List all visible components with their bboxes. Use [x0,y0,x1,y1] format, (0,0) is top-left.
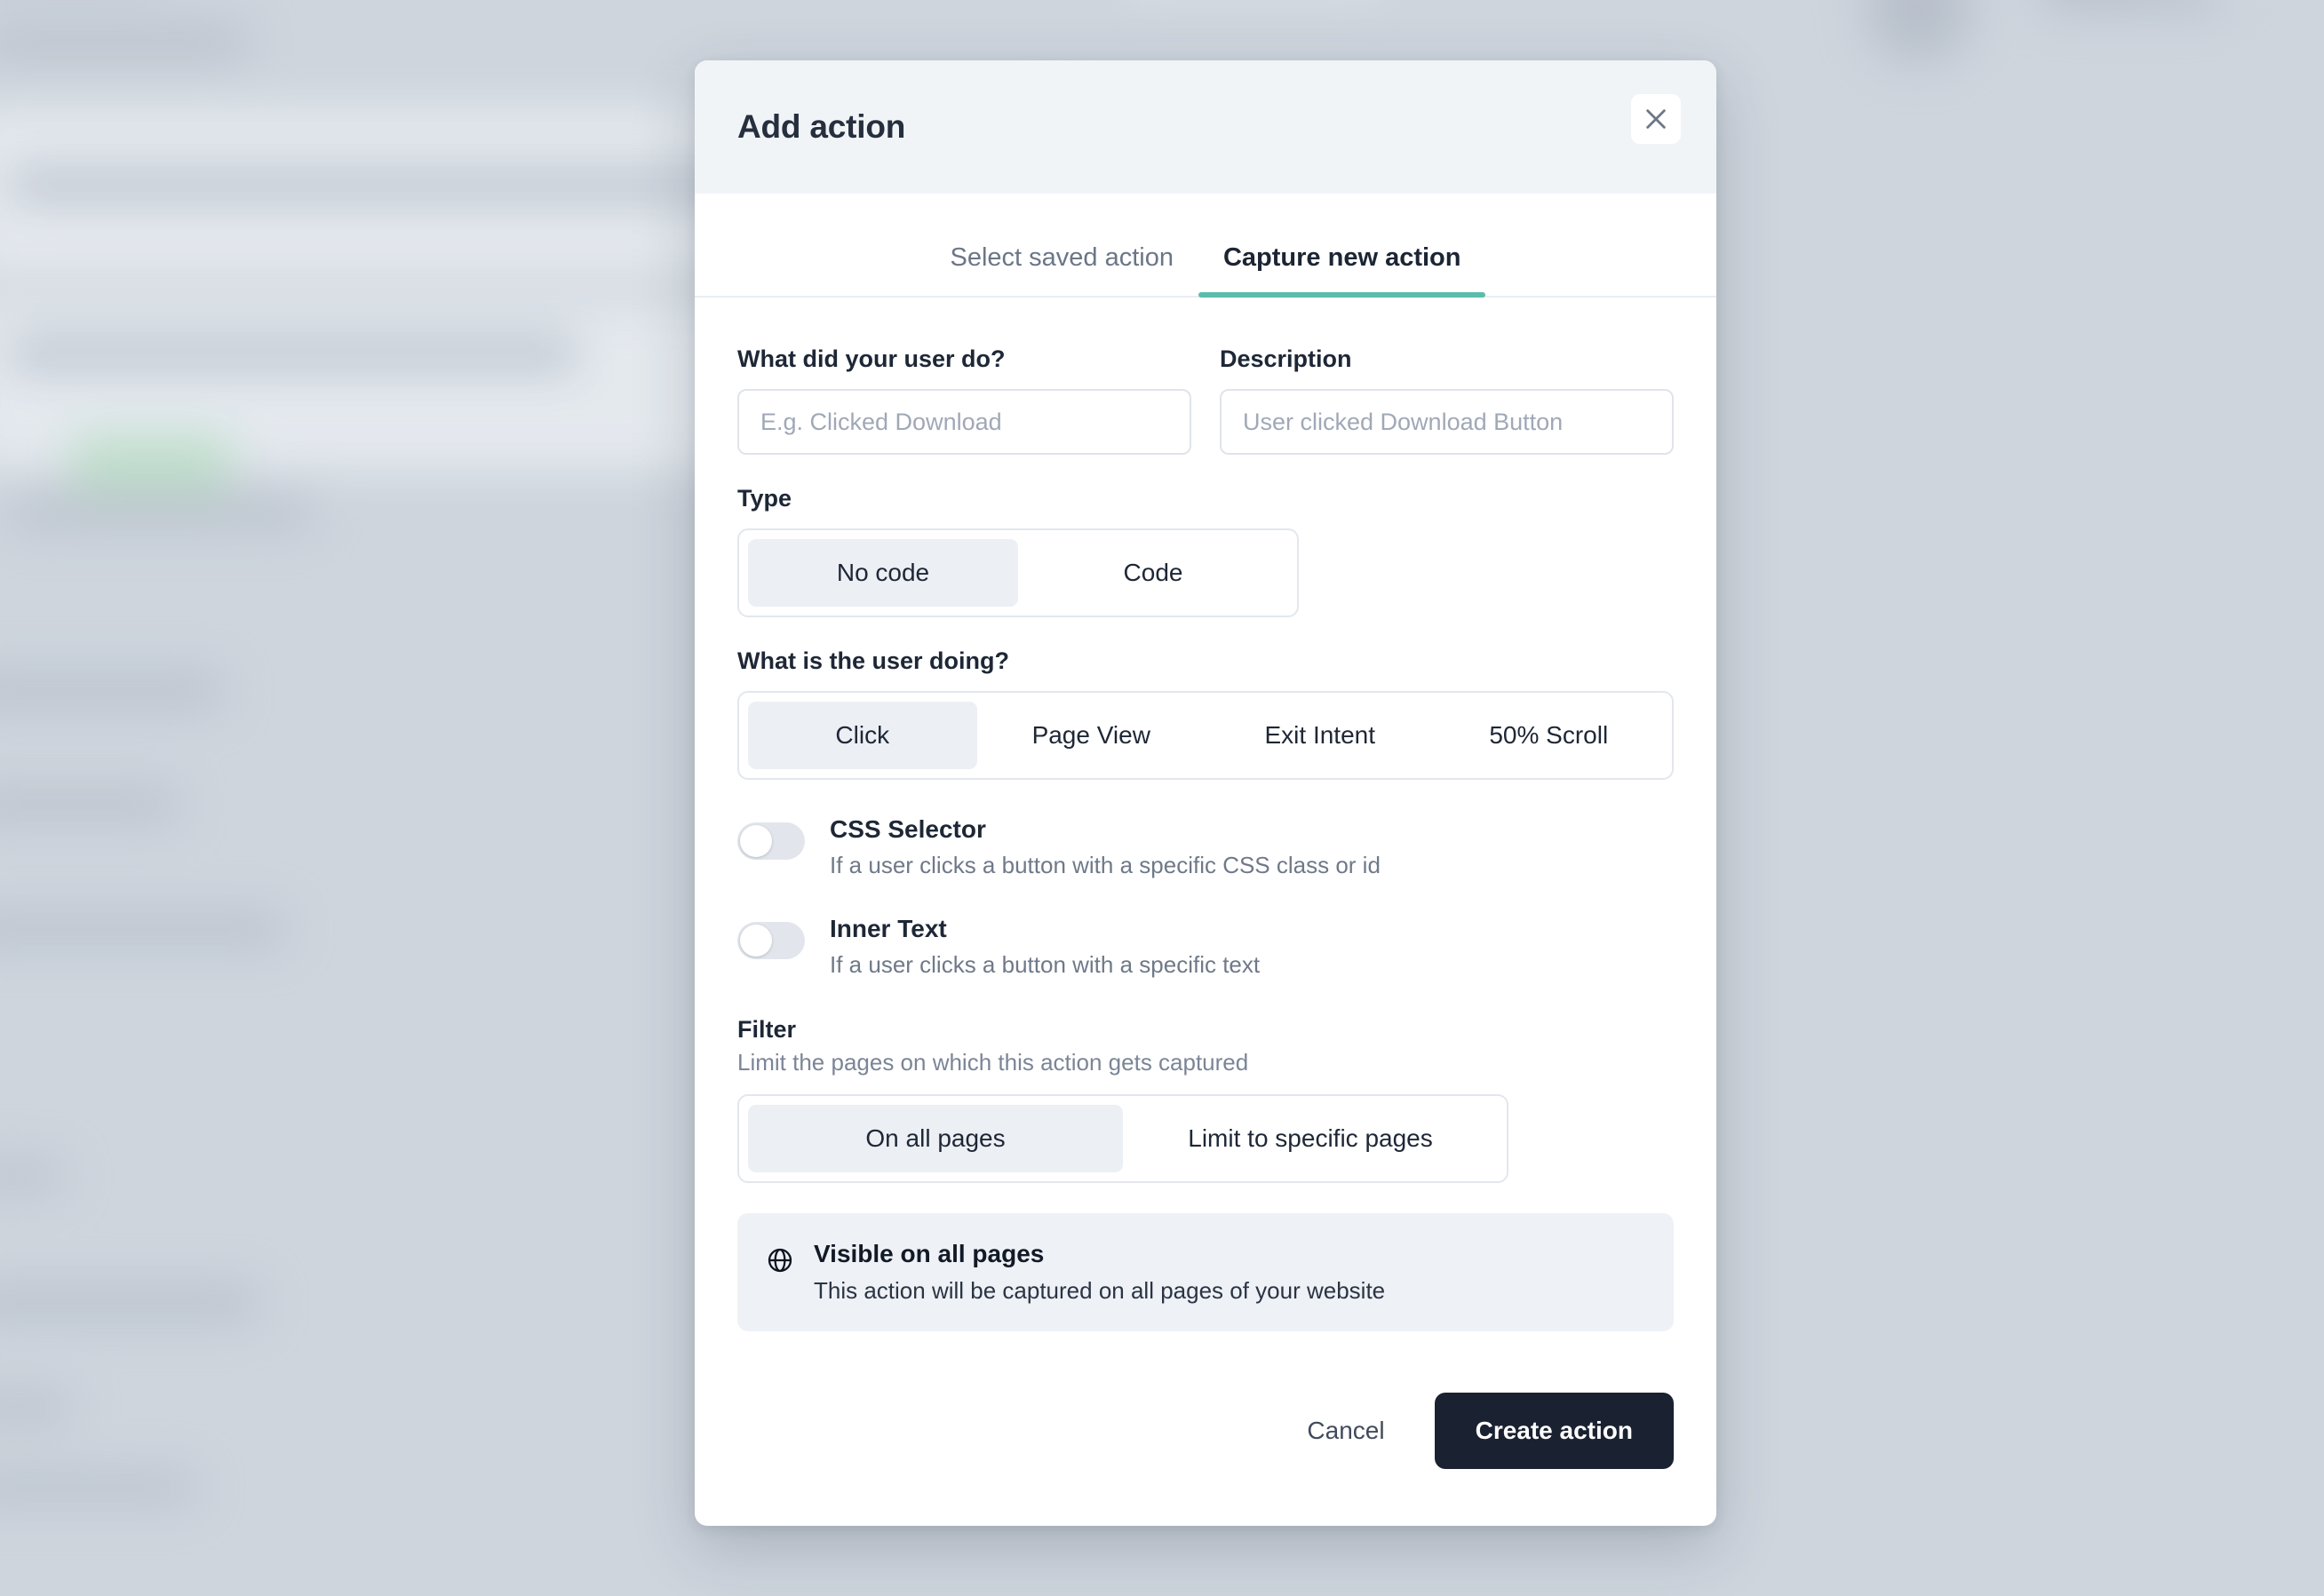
description-input[interactable] [1220,389,1674,455]
banner-text: Visible on all pages This action will be… [814,1240,1385,1305]
type-label: Type [737,485,792,512]
css-selector-title: CSS Selector [830,815,986,843]
trigger-option-exit-intent[interactable]: Exit Intent [1206,702,1435,769]
create-action-button[interactable]: Create action [1434,1393,1674,1469]
description-label: Description [1220,345,1352,372]
name-description-row: What did your user do? Description [737,345,1674,455]
modal-header: Add action [695,60,1716,194]
banner-description: This action will be captured on all page… [814,1277,1386,1305]
modal-body: What did your user do? Description Type … [695,298,1716,1393]
action-name-field-group: What did your user do? [737,345,1191,455]
inner-text-toggle-row: Inner Text If a user clicks a button wit… [737,915,1674,979]
filter-option-on-all-pages[interactable]: On all pages [748,1105,1123,1173]
tab-capture-new-action[interactable]: Capture new action [1198,243,1486,298]
filter-sublabel: Limit the pages on which this action get… [737,1049,1249,1076]
action-name-label: What did your user do? [737,345,1006,372]
type-segmented-control: No code Code [737,528,1299,617]
css-selector-text: CSS Selector If a user clicks a button w… [830,815,1381,879]
description-field-group: Description [1220,345,1674,455]
filter-field-group: Filter Limit the pages on which this act… [737,1016,1674,1184]
toggle-knob [740,825,772,857]
tab-select-saved-action[interactable]: Select saved action [926,243,1198,296]
trigger-segmented-control: Click Page View Exit Intent 50% Scroll [737,691,1674,780]
close-icon[interactable] [1631,94,1681,144]
visible-on-all-pages-banner: Visible on all pages This action will be… [737,1213,1674,1332]
inner-text-text: Inner Text If a user clicks a button wit… [830,915,1260,979]
inner-text-description: If a user clicks a button with a specifi… [830,951,1261,979]
banner-title: Visible on all pages [814,1240,1045,1268]
action-name-input[interactable] [737,389,1191,455]
filter-option-limit-to-specific-pages[interactable]: Limit to specific pages [1123,1105,1498,1172]
type-option-no-code[interactable]: No code [748,539,1018,607]
modal-tabs: Select saved action Capture new action [695,194,1716,298]
page-title: Add action [737,108,906,145]
modal-footer: Cancel Create action [695,1393,1716,1526]
filter-label: Filter [737,1016,797,1044]
cancel-button[interactable]: Cancel [1300,1401,1391,1461]
css-selector-description: If a user clicks a button with a specifi… [830,852,1381,879]
trigger-field-group: What is the user doing? Click Page View … [737,647,1674,780]
add-action-modal: Add action Select saved action Capture n… [695,60,1716,1526]
toggle-knob [740,925,772,957]
inner-text-toggle[interactable] [737,922,805,960]
trigger-option-click[interactable]: Click [748,702,977,769]
inner-text-title: Inner Text [830,915,947,943]
trigger-label: What is the user doing? [737,647,1010,674]
filter-segmented-control: On all pages Limit to specific pages [737,1094,1508,1184]
css-selector-toggle[interactable] [737,822,805,860]
type-field-group: Type No code Code [737,485,1674,617]
globe-icon [766,1246,794,1279]
trigger-option-50-scroll[interactable]: 50% Scroll [1435,702,1664,769]
trigger-option-page-view[interactable]: Page View [977,702,1206,769]
css-selector-toggle-row: CSS Selector If a user clicks a button w… [737,815,1674,879]
type-option-code[interactable]: Code [1018,539,1288,607]
